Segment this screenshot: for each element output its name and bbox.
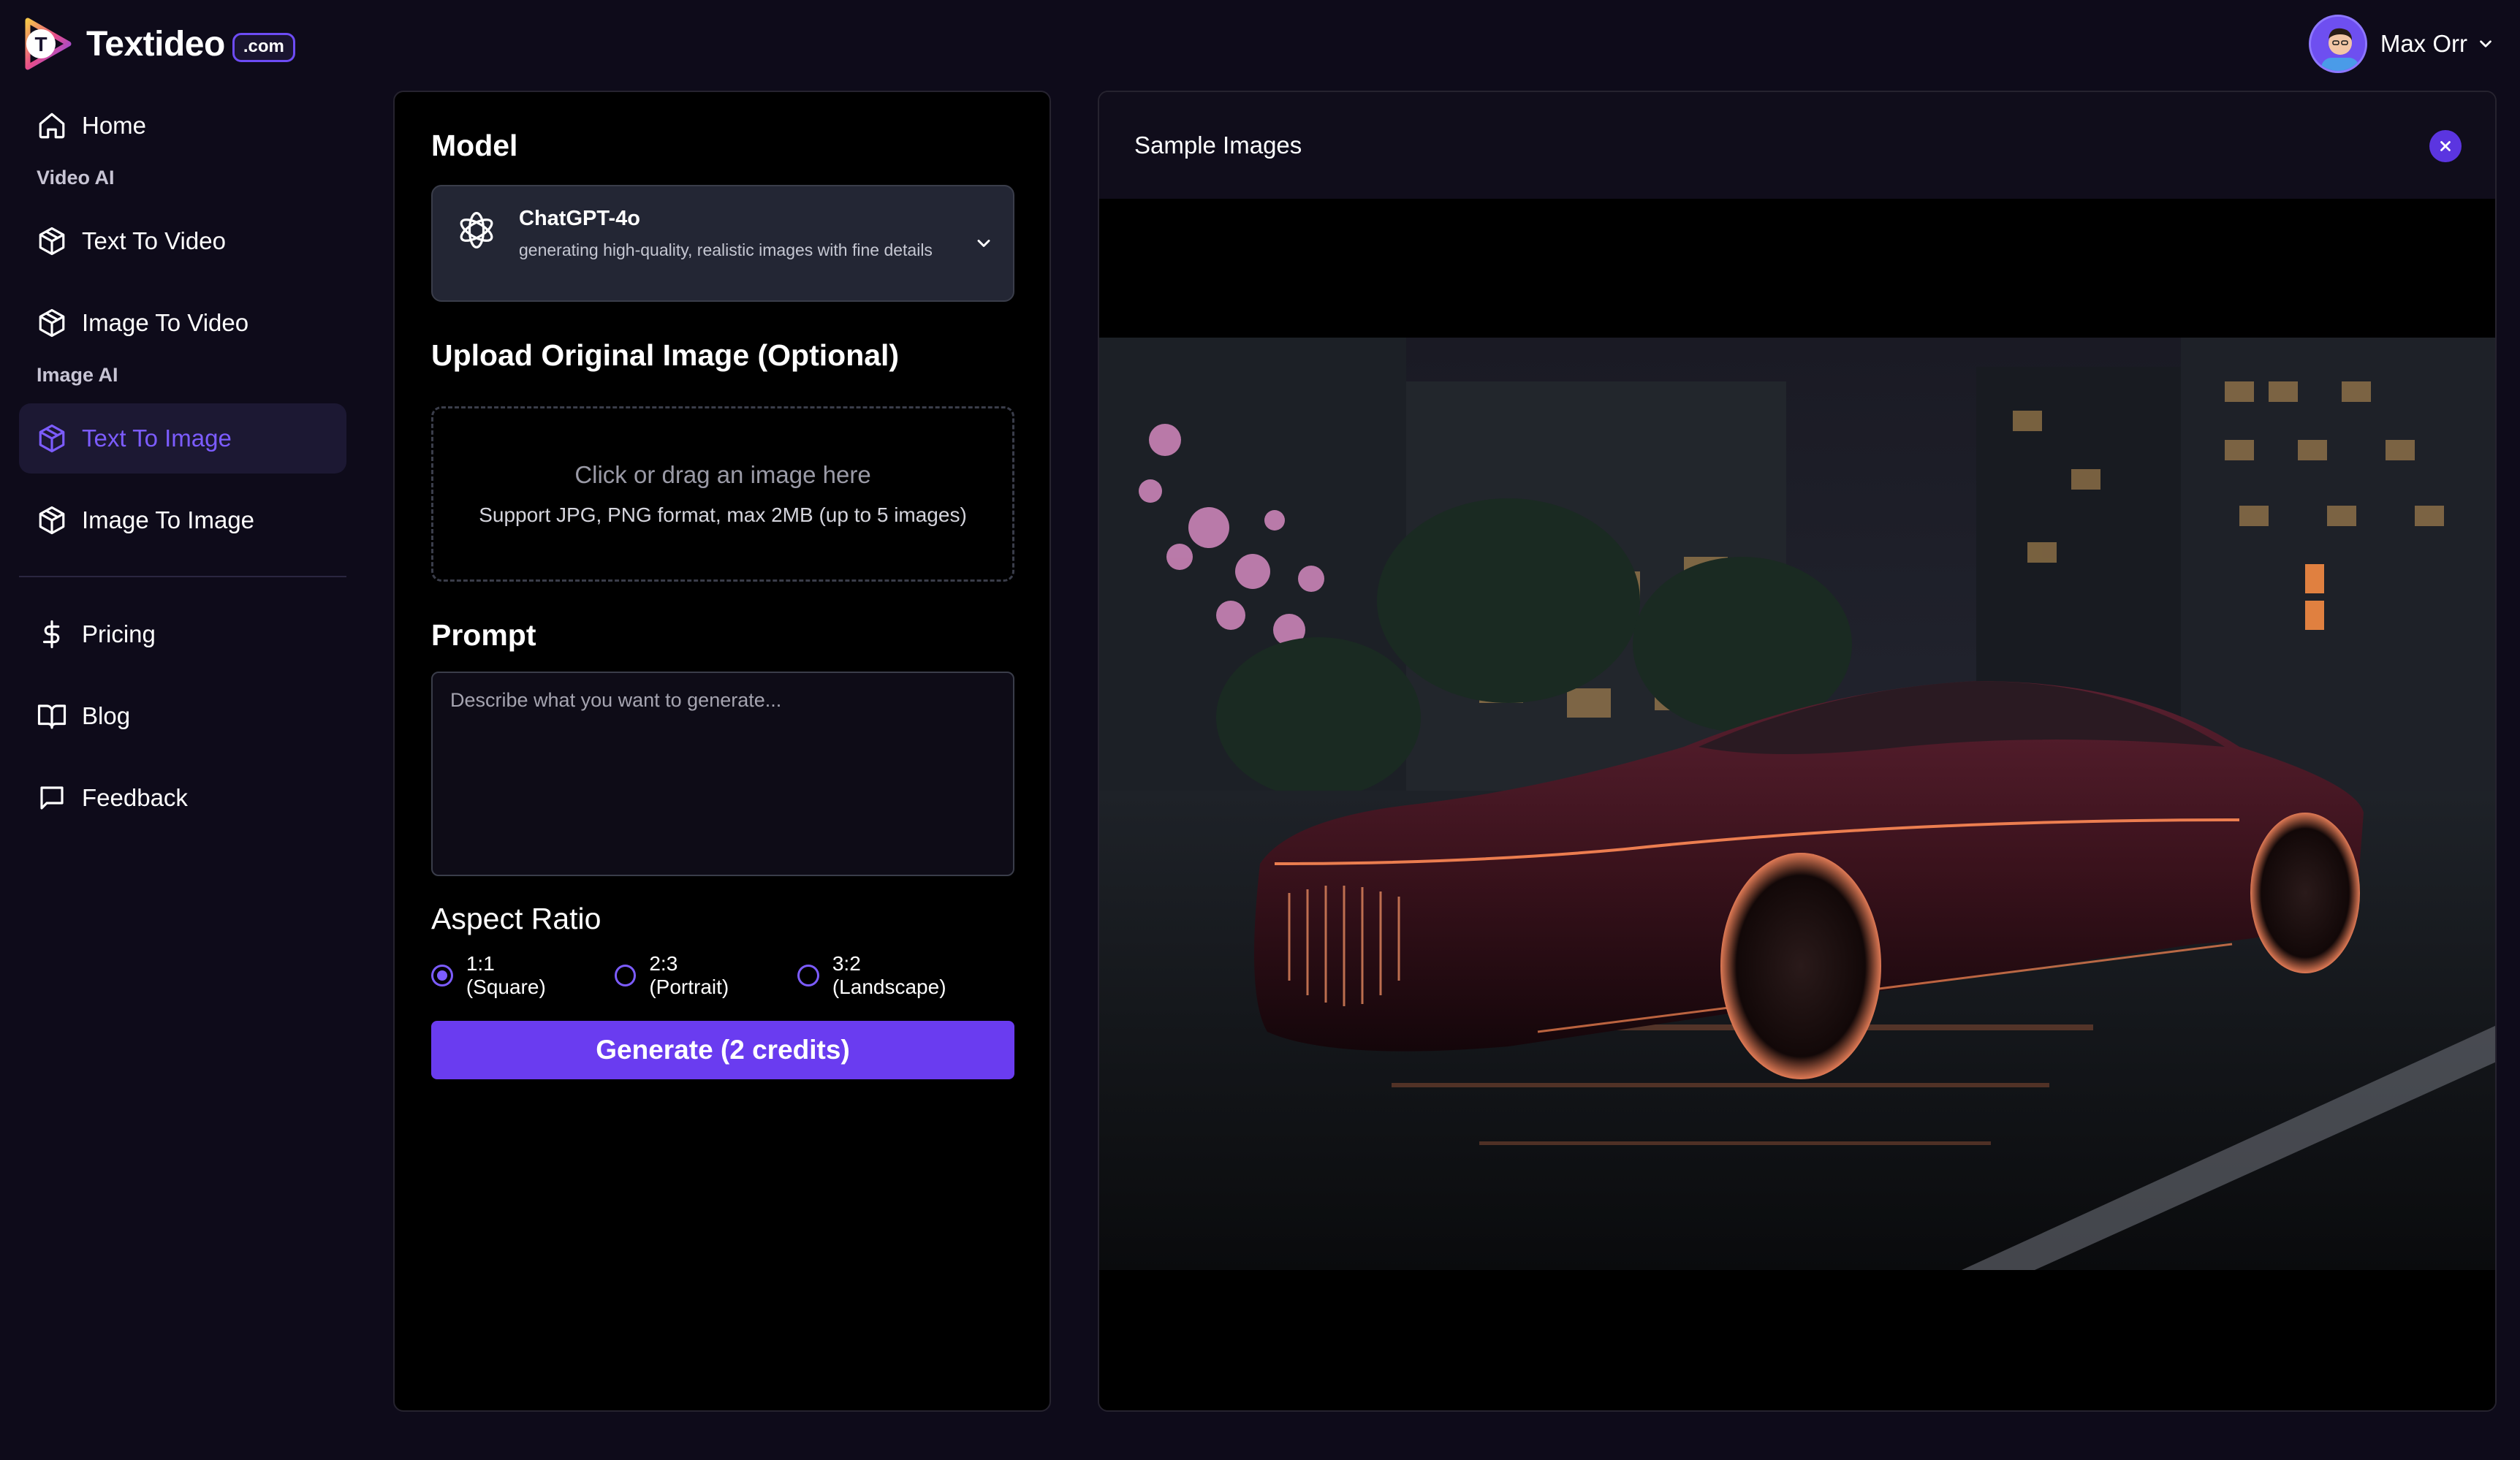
brand-name: Textideo	[86, 24, 225, 64]
sidebar-item-pricing[interactable]: Pricing	[19, 599, 346, 669]
aspect-option-portrait[interactable]: 2:3 (Portrait)	[614, 952, 762, 999]
sidebar-item-label: Image To Video	[82, 309, 249, 336]
model-section-title: Model	[431, 129, 518, 162]
brand-logo[interactable]: T Textideo .com	[20, 16, 295, 72]
model-description: generating high-quality, realistic image…	[519, 240, 933, 259]
sidebar-item-label: Feedback	[82, 784, 188, 811]
user-name: Max Orr	[2380, 30, 2467, 57]
chevron-down-icon	[2480, 40, 2491, 47]
sidebar-item-feedback[interactable]: Feedback	[19, 763, 346, 833]
cube-icon	[39, 506, 65, 535]
aspect-option-landscape[interactable]: 3:2 (Landscape)	[797, 952, 979, 999]
model-select-dropdown[interactable]: ChatGPT-4o generating high-quality, real…	[431, 185, 1014, 302]
sample-images-panel: Sample Images	[1098, 91, 2497, 1412]
close-button[interactable]	[2429, 130, 2462, 162]
cube-icon	[39, 424, 65, 453]
upload-section-title: Upload Original Image (Optional)	[431, 338, 900, 372]
radio-button[interactable]	[614, 965, 637, 986]
aspect-ratio-options: 1:1 (Square) 2:3 (Portrait) 3:2 (Landsca…	[431, 952, 1014, 999]
sample-image-viewer	[1099, 199, 2497, 1410]
model-info: ChatGPT-4o generating high-quality, real…	[519, 202, 994, 262]
sidebar-item-label: Text To Image	[82, 425, 232, 452]
upload-format-hint: Support JPG, PNG format, max 2MB (up to …	[479, 503, 967, 526]
model-name: ChatGPT-4o	[519, 207, 640, 230]
sidebar: Home Video AI Text To Video Image To Vid…	[19, 91, 346, 833]
user-menu[interactable]: Max Orr	[2308, 15, 2495, 73]
sidebar-item-label: Home	[82, 112, 147, 139]
sample-images-header: Sample Images	[1099, 92, 2495, 199]
image-upload-dropzone[interactable]: Click or drag an image here Support JPG,…	[431, 406, 1014, 582]
home-icon	[39, 113, 65, 139]
sidebar-item-home[interactable]: Home	[19, 91, 346, 161]
sidebar-item-blog[interactable]: Blog	[19, 681, 346, 751]
svg-text:T: T	[34, 33, 47, 56]
openai-icon	[460, 212, 493, 248]
avatar	[2308, 15, 2367, 73]
radio-label: 2:3 (Portrait)	[649, 952, 729, 998]
radio-button[interactable]	[797, 965, 819, 986]
prompt-section-title: Prompt	[431, 618, 536, 652]
sidebar-item-label: Blog	[82, 702, 131, 729]
sidebar-item-label: Pricing	[82, 620, 156, 647]
aspect-ratio-title: Aspect Ratio	[431, 902, 601, 935]
cube-icon	[39, 308, 65, 338]
brand-badge: .com	[232, 33, 295, 62]
sidebar-item-image-to-image[interactable]: Image To Image	[19, 485, 346, 555]
chevron-down-icon	[977, 240, 990, 247]
sample-images-title: Sample Images	[1134, 132, 1302, 159]
sidebar-section-image-ai: Image AI	[37, 363, 118, 386]
sidebar-item-image-to-video[interactable]: Image To Video	[19, 288, 346, 358]
sample-car-image[interactable]	[1099, 338, 2497, 1270]
cube-icon	[39, 227, 65, 256]
sidebar-section-video-ai: Video AI	[37, 166, 115, 189]
sidebar-item-label: Text To Video	[82, 227, 226, 254]
radio-button[interactable]	[431, 965, 453, 986]
generate-button[interactable]: Generate (2 credits)	[431, 1021, 1014, 1079]
logo-icon: T	[25, 18, 72, 70]
radio-label: 1:1 (Square)	[466, 952, 546, 998]
sidebar-item-label: Image To Image	[82, 506, 255, 533]
dollar-icon	[42, 620, 60, 649]
sidebar-item-text-to-video[interactable]: Text To Video	[19, 206, 346, 276]
sidebar-item-text-to-image[interactable]: Text To Image	[19, 403, 346, 474]
close-icon	[2440, 141, 2451, 151]
sidebar-divider	[19, 576, 346, 577]
app-root: T Textideo .com Max Orr Home Video AI Te…	[0, 0, 2520, 1460]
upload-instruction: Click or drag an image here	[574, 461, 871, 488]
aspect-option-square[interactable]: 1:1 (Square)	[431, 952, 580, 999]
avatar-illustration	[2310, 17, 2365, 71]
prompt-input[interactable]	[431, 672, 1014, 876]
message-square-icon	[40, 786, 64, 810]
radio-label: 3:2 (Landscape)	[832, 952, 946, 998]
book-open-icon	[37, 704, 67, 729]
generation-form-panel: Model ChatGPT-4o generating high-quality…	[393, 91, 1051, 1412]
